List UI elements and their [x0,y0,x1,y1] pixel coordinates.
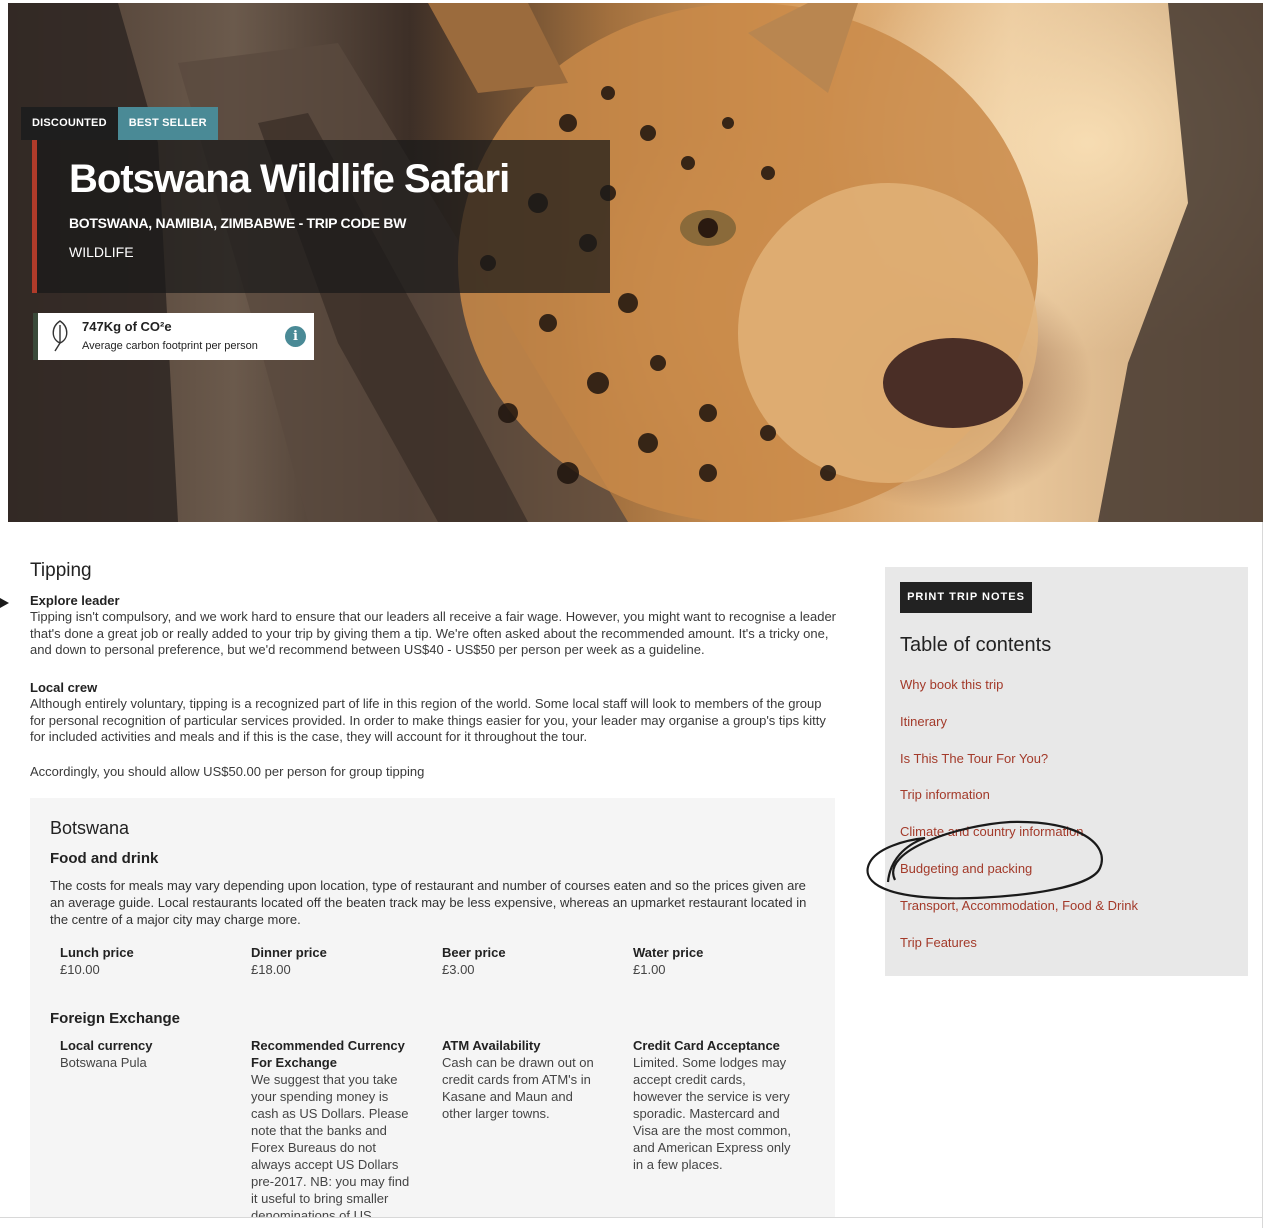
print-trip-notes-button[interactable]: PRINT TRIP NOTES [900,582,1032,613]
bottom-divider [0,1217,1263,1218]
carbon-footprint-card: 747Kg of CO²e Average carbon footprint p… [33,313,314,360]
explore-leader-heading: Explore leader [30,593,120,608]
toc-link-itinerary[interactable]: Itinerary [900,714,947,729]
fx-value: Botswana Pula [60,1055,147,1070]
fx-label: Recommended Currency For Exchange [251,1038,405,1070]
toc-link-trip-features[interactable]: Trip Features [900,935,977,950]
price-label: Water price [633,945,704,960]
country-info-box: Botswana Food and drink The costs for me… [30,798,835,1218]
discounted-badge: DISCOUNTED [21,107,118,140]
annotation-arrow [0,598,9,608]
toc-link-tour-for-you[interactable]: Is This The Tour For You? [900,751,1048,766]
country-heading: Botswana [50,818,130,838]
food-drink-heading: Food and drink [50,850,159,867]
fx-value: We suggest that you take your spending m… [251,1072,410,1218]
price-label: Lunch price [60,945,134,960]
price-value: £3.00 [442,962,475,977]
tipping-heading: Tipping [30,560,92,581]
info-icon[interactable]: i [285,326,306,347]
toc-heading: Table of contents [900,634,1052,656]
fx-label: ATM Availability [442,1038,541,1053]
price-label: Beer price [442,945,506,960]
fx-atm-availability: ATM Availability Cash can be drawn out o… [442,1037,602,1122]
fx-value: Limited. Some lodges may accept credit c… [633,1055,791,1172]
toc-link-trip-information[interactable]: Trip information [900,787,990,802]
toc-link-why-book[interactable]: Why book this trip [900,677,1003,692]
price-value: £10.00 [60,962,100,977]
toc-link-transport[interactable]: Transport, Accommodation, Food & Drink [900,898,1138,913]
fx-recommended-currency: Recommended Currency For Exchange We sug… [251,1037,411,1218]
hero-banner: DISCOUNTED BEST SELLER Botswana Wildlife… [8,3,1263,522]
fx-label: Credit Card Acceptance [633,1038,780,1053]
local-crew-heading: Local crew [30,680,98,695]
foreign-exchange-heading: Foreign Exchange [50,1010,181,1027]
carbon-amount: 747Kg of CO²e [82,319,172,334]
carbon-description: Average carbon footprint per person [82,340,258,352]
price-lunch: Lunch price £10.00 [60,944,220,978]
price-label: Dinner price [251,945,327,960]
toc-link-budgeting[interactable]: Budgeting and packing [900,861,1032,876]
fx-value: Cash can be drawn out on credit cards fr… [442,1055,594,1121]
sidebar: PRINT TRIP NOTES Table of contents Why b… [885,567,1248,976]
fx-credit-card: Credit Card Acceptance Limited. Some lod… [633,1037,793,1173]
badge-group: DISCOUNTED BEST SELLER [21,107,218,140]
leaf-icon [52,320,68,352]
price-water: Water price £1.00 [633,944,793,978]
tipping-allowance: Accordingly, you should allow US$50.00 p… [30,764,425,779]
local-crew-text: Although entirely voluntary, tipping is … [30,696,826,745]
price-value: £1.00 [633,962,666,977]
price-dinner: Dinner price £18.00 [251,944,411,978]
fx-local-currency: Local currency Botswana Pula [60,1037,220,1071]
food-drink-text: The costs for meals may vary depending u… [50,878,807,927]
right-divider [1262,522,1263,1228]
price-beer: Beer price £3.00 [442,944,602,978]
page-title: Botswana Wildlife Safari [69,157,510,201]
trip-subtitle: BOTSWANA, NAMIBIA, ZIMBABWE - TRIP CODE … [69,215,407,231]
title-panel: Botswana Wildlife Safari BOTSWANA, NAMIB… [32,140,610,293]
price-value: £18.00 [251,962,291,977]
best-seller-badge: BEST SELLER [117,107,218,140]
explore-leader-text: Tipping isn't compulsory, and we work ha… [30,609,837,658]
fx-label: Local currency [60,1038,153,1053]
toc-link-climate[interactable]: Climate and country information [900,824,1084,839]
trip-category: WILDLIFE [69,244,134,260]
